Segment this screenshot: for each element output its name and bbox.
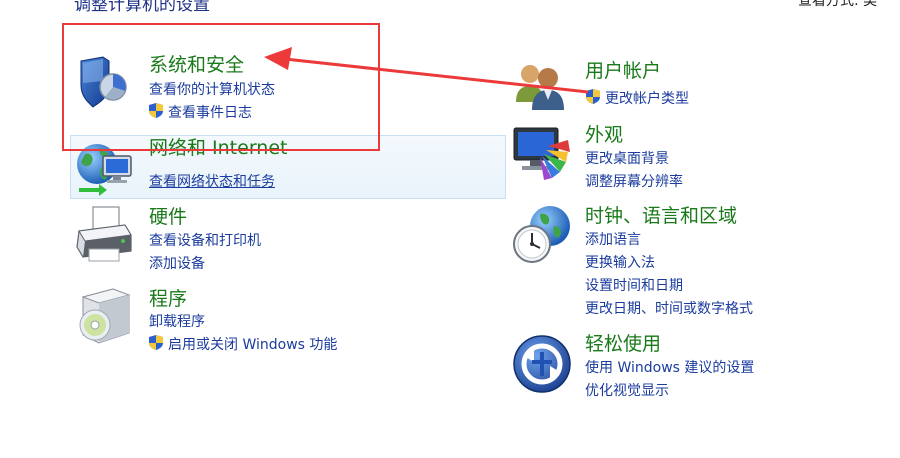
annotation-arrow-icon <box>264 47 589 94</box>
